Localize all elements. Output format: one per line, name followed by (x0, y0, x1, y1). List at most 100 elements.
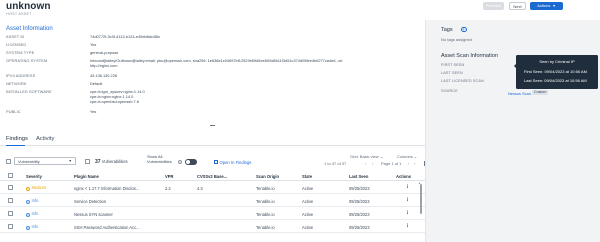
scan-label-last-licensed-scan: LAST LICENSED SCAN (441, 79, 484, 83)
info-row-ipv4: IPV4 ADDRESS 43.136.130.226 (6, 73, 416, 79)
columns-button[interactable]: Columns ⌄ (397, 154, 417, 159)
open-in-findings-label: Open In Findings (219, 159, 252, 165)
severity-medium: ! Medium (26, 185, 46, 191)
scan-label-source: SOURCE (441, 89, 458, 93)
grid-view-select[interactable]: Grid: Basic view ⌄ (350, 154, 383, 159)
last-page-icon[interactable]: › (414, 161, 415, 166)
prev-page-icon[interactable]: ‹ (372, 161, 373, 166)
info-icon[interactable]: i (178, 160, 182, 164)
cvss-value: 4.3 (197, 185, 203, 191)
pagination-range: 1 to 37 of 37 (324, 161, 347, 166)
column-header-state[interactable]: State (302, 174, 312, 179)
row-actions-icon[interactable]: ⋮ (405, 210, 410, 216)
vpr-value: 2.2 (165, 185, 171, 191)
next-button[interactable]: Next (509, 2, 526, 10)
findings-tabs: Findings Activity (0, 134, 425, 146)
table-row[interactable]: i Info SSH Password Authentication Acc...… (0, 220, 425, 233)
collapse-handle[interactable] (210, 125, 215, 126)
last-seen: 09/25/2023 (349, 198, 370, 204)
tooltip-title: Seen by Criminal IP (539, 59, 575, 64)
plugin-name[interactable]: Service Detection (74, 199, 106, 204)
show-all-label: Show All Vulnerabilities (147, 154, 172, 164)
severity-label: Info (31, 211, 39, 216)
severity-label: Medium (31, 185, 47, 190)
next-page-icon[interactable]: › (408, 161, 409, 166)
column-header-vpr[interactable]: VPR (165, 174, 173, 179)
findings-table-header: Severity Plugin Name VPR CVSSv2 Base... … (0, 170, 425, 181)
actions-label: Actions (537, 3, 551, 8)
chevron-down-icon: ▼ (68, 159, 72, 163)
page-title: unknown (6, 1, 51, 12)
toggle-knob (186, 160, 190, 164)
tab-activity[interactable]: Activity (36, 136, 54, 142)
column-header-severity[interactable]: Severity (26, 174, 42, 179)
table-row[interactable]: i Info Nessus SYN scanner Tenable.io Acti… (0, 207, 425, 220)
info-circle-icon: i (26, 225, 30, 230)
info-value: Default (90, 81, 103, 86)
scan-origin: Tenable.io (256, 211, 275, 217)
header-checkbox[interactable] (8, 173, 13, 178)
info-value: Yes (90, 109, 97, 114)
info-label: LICENSED (6, 42, 27, 47)
info-row-asset-id: ASSET ID 74d0772f-3c3f-4113-b124-e49db8d… (6, 34, 416, 40)
info-row-public: PUBLIC Yes (6, 109, 416, 115)
column-header-last-seen[interactable]: Last Seen (349, 174, 368, 179)
info-circle-icon: i (26, 199, 30, 204)
info-row-system-type: SYSTEM TYPE general-purpose (6, 50, 416, 56)
table-scrollbar[interactable] (420, 184, 422, 214)
info-value: general-purpose (90, 50, 119, 55)
filter-checkbox[interactable] (85, 158, 90, 164)
table-row[interactable]: i Info Service Detection Tenable.io Activ… (0, 194, 425, 207)
column-header-cvss[interactable]: CVSSv2 Base... (197, 174, 227, 179)
info-row-licensed: LICENSED Yes (6, 42, 416, 48)
severity-info: i Info (26, 198, 38, 204)
info-row-network: NETWORK Default (6, 81, 416, 87)
seen-by-tooltip: Seen by Criminal IP First Seen: 09/04/20… (513, 55, 598, 89)
table-row[interactable]: ! Medium nginx < 1.17.7 Information Discl… (0, 181, 425, 194)
warning-icon: ! (26, 186, 30, 191)
actions-button[interactable]: Actions ▼ (530, 2, 563, 10)
info-value: Yes (90, 42, 97, 47)
plugin-name[interactable]: SSH Password Authentication Acc... (74, 225, 140, 230)
select-all-checkbox[interactable] (6, 158, 11, 164)
chevron-down-icon: ⌄ (379, 153, 384, 159)
asset-scan-information-title: Asset Scan Information (441, 53, 498, 59)
count-number: 37 (95, 158, 101, 165)
findings-toolbar: Vulnerability ▼ 37 Vulnerabilities Show … (0, 150, 425, 170)
info-label: SYSTEM TYPE (6, 50, 35, 55)
open-in-findings-link[interactable]: Open In Findings (214, 160, 251, 165)
finding-type-select[interactable]: Vulnerability ▼ (14, 157, 76, 165)
info-circle-icon: i (26, 212, 30, 217)
state: Active (302, 198, 314, 204)
row-checkbox[interactable] (8, 198, 13, 203)
row-actions-icon[interactable]: ⋮ (405, 223, 410, 229)
first-page-icon[interactable]: ‹ (365, 161, 366, 166)
row-checkbox[interactable] (8, 211, 13, 216)
column-header-scan-origin[interactable]: Scan Origin (256, 174, 279, 179)
add-tag-icon[interactable]: + (461, 26, 467, 32)
row-checkbox[interactable] (8, 185, 13, 190)
info-label: NETWORK (6, 81, 27, 86)
info-label: INSTALLED SOFTWARE (6, 89, 52, 94)
column-header-plugin-name[interactable]: Plugin Name (74, 174, 99, 179)
tab-findings[interactable]: Findings (6, 136, 28, 142)
finding-type-value: Vulnerability (18, 159, 40, 164)
plugin-name[interactable]: nginx < 1.17.7 Information Disclos... (74, 186, 139, 191)
no-tags-text: No tags assigned (441, 37, 472, 42)
tooltip-last-seen: Last Seen: 09/04/2023 at 10:56 AM (524, 78, 587, 83)
show-all-toggle[interactable] (185, 159, 197, 165)
source-value[interactable]: Nessus Scan (508, 91, 531, 96)
grid-view-label: Grid: Basic view (350, 153, 379, 159)
tags-title: Tags (441, 27, 453, 33)
info-row-operating-system: OPERATING SYSTEM Inbound[bailey/Outbound… (6, 58, 416, 70)
asset-information-title: Asset Information (6, 25, 53, 32)
row-actions-icon[interactable]: ⋮ (405, 184, 410, 190)
row-checkbox[interactable] (8, 224, 13, 229)
last-seen: 09/25/2023 (349, 224, 370, 230)
row-actions-icon[interactable]: ⋮ (405, 197, 410, 203)
state: Active (302, 185, 314, 191)
plugin-name[interactable]: Nessus SYN scanner (74, 212, 113, 217)
severity-label: Info (31, 198, 39, 203)
info-row-installed-software: INSTALLED SOFTWARE cpe:/a:igor_sysoev:ng… (6, 89, 416, 105)
previous-button[interactable]: Previous (483, 2, 504, 10)
